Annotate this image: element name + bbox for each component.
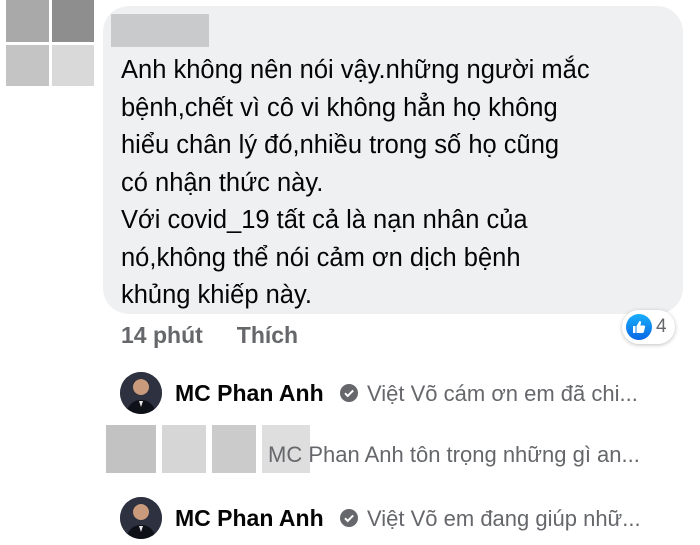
reply-item: MC Phan Anh tôn trọng những gì an...	[0, 440, 700, 490]
verified-badge-icon	[340, 509, 358, 527]
avatar-blur-cell	[51, 0, 94, 42]
reply-preview-text[interactable]: Việt Võ cám ơn em đã chi...	[367, 381, 638, 407]
reply-item: MC Phan Anh Việt Võ em đang giúp nhữ...	[0, 497, 700, 545]
avatar-blur-cell	[51, 44, 94, 86]
reply-avatar[interactable]	[120, 497, 162, 539]
commenter-name-redacted[interactable]	[111, 14, 209, 47]
reaction-badge[interactable]: 4	[622, 310, 675, 344]
thumbs-up-icon	[626, 314, 652, 340]
comment-text: Anh không nên nói vậy.những người mắc bệ…	[121, 56, 590, 309]
avatar-blur-cell	[6, 0, 49, 42]
reply-author[interactable]: MC Phan Anh	[175, 380, 324, 407]
reply-avatar[interactable]	[120, 372, 162, 414]
comment-actions: 14 phút Thích	[121, 322, 298, 349]
reply-preview-text[interactable]: MC Phan Anh tôn trọng những gì an...	[268, 442, 640, 468]
reply-preview-text[interactable]: Việt Võ em đang giúp nhữ...	[367, 506, 641, 532]
reply-author[interactable]: MC Phan Anh	[175, 505, 324, 532]
comment-timestamp[interactable]: 14 phút	[121, 322, 203, 349]
like-button[interactable]: Thích	[237, 322, 298, 349]
reply-item: MC Phan Anh Việt Võ cám ơn em đã chi...	[0, 372, 700, 422]
commenter-avatar[interactable]	[6, 0, 94, 86]
avatar-blur-cell	[6, 44, 49, 86]
reaction-count: 4	[656, 316, 667, 337]
verified-badge-icon	[340, 384, 358, 402]
